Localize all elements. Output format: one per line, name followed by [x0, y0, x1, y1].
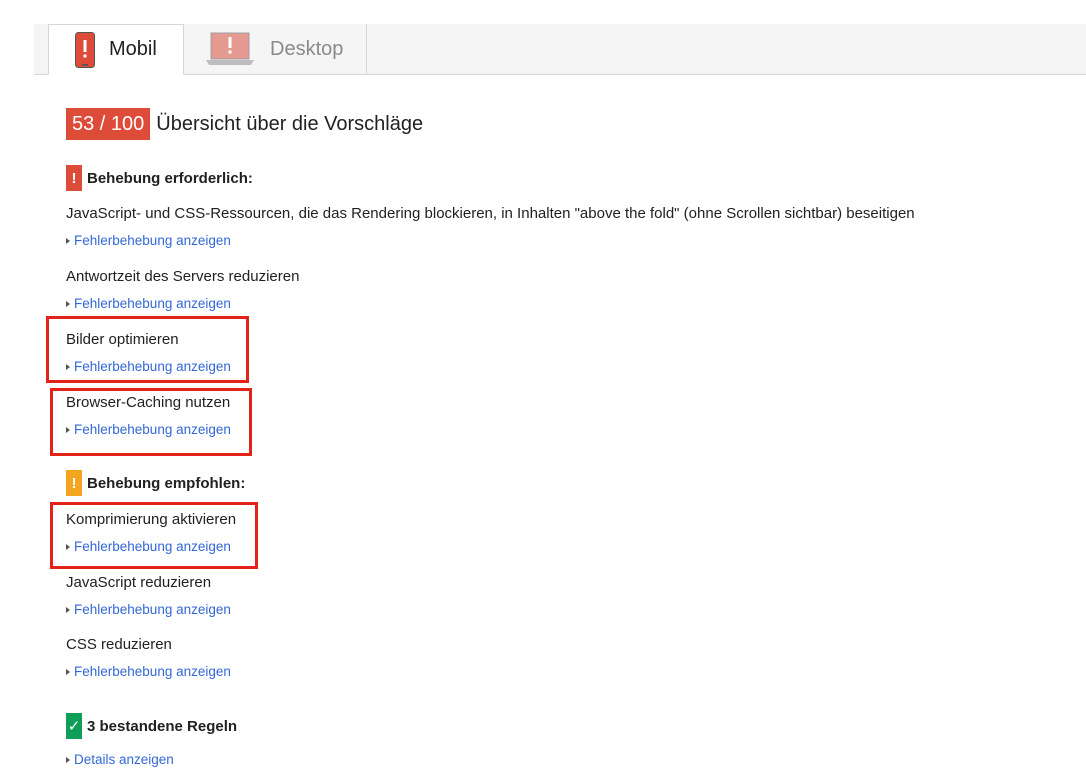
caret-right-icon: [66, 606, 70, 613]
tab-mobile-label: Mobil: [109, 38, 157, 60]
checkmark-icon: ✓: [66, 713, 82, 739]
show-fix-link-label: Fehlerbehebung anzeigen: [74, 296, 231, 311]
show-fix-link[interactable]: Fehlerbehebung anzeigen: [66, 664, 231, 679]
show-fix-link-label: Fehlerbehebung anzeigen: [74, 602, 231, 617]
page-title: Übersicht über die Vorschläge: [156, 112, 424, 135]
tab-desktop-label: Desktop: [270, 37, 344, 60]
section-required-heading: ! Behebung erforderlich:: [66, 165, 253, 191]
caret-right-icon: [66, 237, 70, 244]
show-fix-link[interactable]: Fehlerbehebung anzeigen: [66, 233, 231, 248]
rule-title: Antwortzeit des Servers reduzieren: [66, 268, 300, 285]
show-details-link-label: Details anzeigen: [74, 752, 174, 767]
show-details-link[interactable]: Details anzeigen: [66, 752, 174, 767]
laptop-icon: [206, 32, 254, 65]
highlight-box: [50, 388, 252, 456]
show-fix-link[interactable]: Fehlerbehebung anzeigen: [66, 602, 231, 617]
rule-title: JavaScript- und CSS-Ressourcen, die das …: [66, 205, 915, 222]
rule-title: JavaScript reduzieren: [66, 574, 212, 591]
section-passed-label: 3 bestandene Regeln: [87, 717, 238, 735]
mobile-phone-icon: [75, 31, 95, 68]
show-fix-link-label: Fehlerbehebung anzeigen: [74, 664, 231, 679]
score-badge: 53 / 100: [66, 108, 151, 140]
device-tab-bar: Mobil Desktop: [34, 24, 1086, 75]
highlight-box: [46, 316, 249, 383]
show-fix-link-label: Fehlerbehebung anzeigen: [74, 233, 231, 248]
tab-desktop[interactable]: Desktop: [184, 24, 367, 74]
section-passed-heading: ✓ 3 bestandene Regeln: [66, 713, 237, 739]
rule-title: CSS reduzieren: [66, 636, 172, 653]
score-header: 53 / 100 Übersicht über die Vorschläge: [66, 108, 423, 140]
caret-right-icon: [66, 300, 70, 307]
section-recommended-label: Behebung empfohlen:: [87, 474, 246, 492]
warning-icon: !: [66, 470, 82, 496]
highlight-box: [50, 502, 258, 569]
show-fix-link[interactable]: Fehlerbehebung anzeigen: [66, 296, 231, 311]
tab-mobile[interactable]: Mobil: [48, 24, 184, 75]
caret-right-icon: [66, 668, 70, 675]
caret-right-icon: [66, 756, 70, 763]
section-required-label: Behebung erforderlich:: [87, 169, 253, 187]
section-recommended-heading: ! Behebung empfohlen:: [66, 470, 245, 496]
exclamation-icon: !: [66, 165, 82, 191]
